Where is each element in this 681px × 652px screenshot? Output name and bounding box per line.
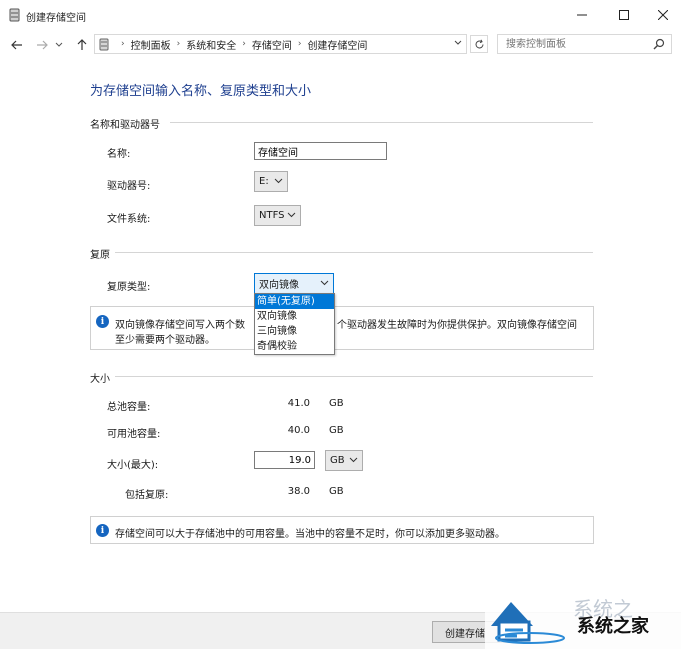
available-capacity-value: 40.0 bbox=[287, 425, 310, 436]
breadcrumb-separator-icon: › bbox=[297, 39, 302, 49]
filesystem-value: NTFS bbox=[259, 210, 285, 221]
arrow-up-icon[interactable] bbox=[73, 36, 91, 54]
address-bar[interactable]: › 控制面板 › 系统和安全 › 存储空间 › 创建存储空间 bbox=[94, 34, 467, 54]
available-capacity-label: 可用池容量: bbox=[107, 429, 161, 440]
total-capacity-unit: GB bbox=[329, 398, 344, 409]
address-dropdown-icon[interactable] bbox=[453, 38, 465, 50]
option-parity[interactable]: 奇偶校验 bbox=[255, 339, 334, 354]
page-title: 为存储空间输入名称、复原类型和大小 bbox=[90, 84, 312, 99]
option-three-way-mirror[interactable]: 三向镜像 bbox=[255, 324, 334, 339]
resiliency-info-text-continued: 个驱动器发生故障时为你提供保护。双向镜像存储空间 bbox=[337, 320, 577, 331]
window-title: 创建存储空间 bbox=[26, 13, 86, 24]
name-label: 名称: bbox=[107, 149, 131, 160]
minimize-icon[interactable] bbox=[567, 4, 597, 26]
chevron-down-icon bbox=[349, 456, 358, 466]
chevron-down-icon bbox=[274, 177, 283, 187]
name-field[interactable] bbox=[254, 142, 387, 160]
chevron-down-icon bbox=[320, 279, 329, 289]
resiliency-info-box: i 双向镜像存储空间写入两个数 个驱动器发生故障时为你提供保护。双向镜像存储空间… bbox=[90, 306, 594, 350]
storage-drive-icon bbox=[9, 8, 20, 22]
create-storage-button-label: 创建存储 bbox=[445, 628, 485, 640]
arrow-right-icon[interactable] bbox=[33, 36, 51, 54]
info-icon: i bbox=[96, 524, 109, 537]
breadcrumb-item[interactable]: 控制面板 bbox=[131, 37, 171, 52]
search-box[interactable] bbox=[497, 34, 672, 54]
section-divider bbox=[115, 376, 593, 377]
chevron-down-icon bbox=[287, 211, 296, 221]
option-simple[interactable]: 简单(无复原) bbox=[255, 294, 334, 309]
section-divider bbox=[115, 252, 593, 253]
control-panel-icon bbox=[99, 38, 109, 51]
breadcrumb-item[interactable]: 系统和安全 bbox=[186, 37, 236, 52]
size-info-text: 存储空间可以大于存储池中的可用容量。当池中的容量不足时，你可以添加更多驱动器。 bbox=[115, 529, 505, 540]
drive-letter-select[interactable]: E: bbox=[254, 171, 288, 192]
breadcrumb-separator-icon: › bbox=[121, 39, 125, 49]
size-section-label: 大小 bbox=[90, 374, 110, 385]
chevron-down-icon[interactable] bbox=[53, 36, 65, 54]
section-divider bbox=[170, 122, 593, 123]
resiliency-type-select[interactable]: 双向镜像 bbox=[254, 273, 334, 294]
filesystem-label: 文件系统: bbox=[107, 214, 151, 225]
watermark-text: 系统之家 bbox=[577, 616, 649, 637]
total-capacity-label: 总池容量: bbox=[107, 402, 151, 413]
breadcrumb-item[interactable]: 创建存储空间 bbox=[307, 37, 367, 52]
resiliency-options-list[interactable]: 简单(无复原) 双向镜像 三向镜像 奇偶校验 bbox=[254, 293, 335, 355]
arrow-left-icon[interactable] bbox=[8, 36, 26, 54]
name-section-label: 名称和驱动器号 bbox=[90, 120, 160, 131]
resiliency-section-label: 复原 bbox=[90, 250, 110, 261]
resiliency-type-value: 双向镜像 bbox=[259, 280, 299, 291]
size-unit-select[interactable]: GB bbox=[325, 450, 363, 471]
including-resiliency-value: 38.0 bbox=[287, 486, 310, 497]
drive-letter-value: E: bbox=[259, 176, 269, 187]
refresh-icon[interactable] bbox=[470, 35, 488, 53]
maximize-icon[interactable] bbox=[609, 4, 639, 26]
breadcrumb-item[interactable]: 存储空间 bbox=[252, 37, 292, 52]
breadcrumb-separator-icon: › bbox=[176, 39, 181, 49]
close-icon[interactable] bbox=[648, 4, 678, 26]
search-input[interactable] bbox=[504, 35, 654, 53]
resiliency-type-label: 复原类型: bbox=[107, 282, 151, 293]
including-resiliency-label: 包括复原: bbox=[125, 490, 169, 501]
search-icon[interactable] bbox=[653, 38, 665, 50]
resiliency-info-text-line2: 至少需要两个驱动器。 bbox=[115, 335, 215, 346]
size-info-box: i 存储空间可以大于存储池中的可用容量。当池中的容量不足时，你可以添加更多驱动器… bbox=[90, 516, 594, 544]
filesystem-select[interactable]: NTFS bbox=[254, 205, 301, 226]
total-capacity-value: 41.0 bbox=[287, 398, 310, 409]
watermark-logo: 系统之 系统之家 bbox=[485, 592, 681, 649]
resiliency-info-text: 双向镜像存储空间写入两个数 bbox=[115, 320, 245, 331]
available-capacity-unit: GB bbox=[329, 425, 344, 436]
size-max-label: 大小(最大): bbox=[107, 460, 159, 471]
including-resiliency-unit: GB bbox=[329, 486, 344, 497]
info-icon: i bbox=[96, 315, 109, 328]
option-two-way-mirror[interactable]: 双向镜像 bbox=[255, 309, 334, 324]
breadcrumb-separator-icon: › bbox=[242, 39, 246, 49]
drive-letter-label: 驱动器号: bbox=[107, 181, 151, 192]
size-field[interactable] bbox=[254, 451, 315, 469]
size-unit-value: GB bbox=[330, 455, 345, 466]
